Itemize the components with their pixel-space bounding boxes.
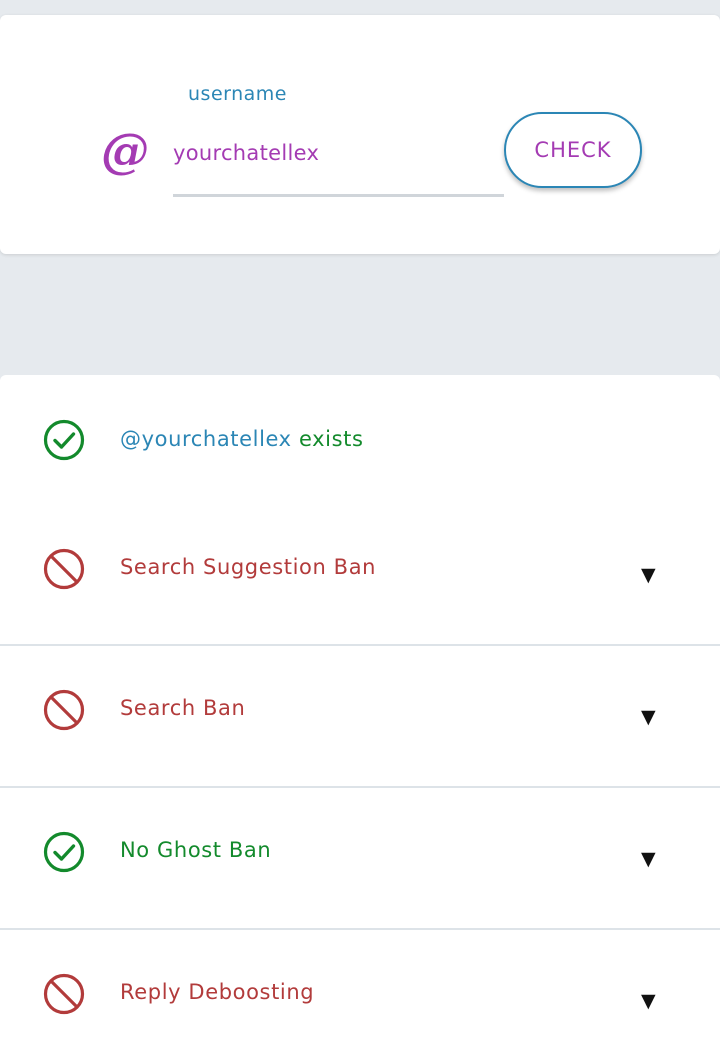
result-row-reply-deboosting[interactable]: Reply Deboosting ▼ — [0, 928, 720, 1052]
prohibited-icon — [43, 689, 85, 731]
chevron-down-icon[interactable]: ▼ — [641, 848, 656, 870]
exists-handle: @yourchatellex — [120, 427, 292, 451]
username-label: username — [188, 83, 287, 105]
exists-text: @yourchatellex exists — [120, 427, 364, 451]
check-circle-icon — [43, 419, 85, 461]
chevron-down-icon[interactable]: ▼ — [641, 706, 656, 728]
at-icon: @ — [101, 123, 149, 179]
result-label: Search Ban — [120, 696, 246, 720]
result-label: Search Suggestion Ban — [120, 555, 377, 579]
exists-row: @yourchatellex exists — [0, 375, 720, 517]
chevron-down-icon[interactable]: ▼ — [641, 564, 656, 586]
username-input[interactable] — [173, 133, 503, 173]
username-search-card: @ username CHECK — [0, 15, 720, 254]
chevron-down-icon[interactable]: ▼ — [641, 990, 656, 1012]
username-input-underline — [173, 194, 504, 197]
prohibited-icon — [43, 548, 85, 590]
result-label: Reply Deboosting — [120, 980, 315, 1004]
check-circle-icon — [43, 831, 85, 873]
prohibited-icon — [43, 973, 85, 1015]
result-label: No Ghost Ban — [120, 838, 272, 862]
result-row-search-ban[interactable]: Search Ban ▼ — [0, 644, 720, 786]
result-row-search-suggestion-ban[interactable]: Search Suggestion Ban ▼ — [0, 504, 720, 646]
exists-suffix: exists — [291, 427, 364, 451]
results-card: @yourchatellex exists Search Suggestion … — [0, 375, 720, 1052]
result-row-no-ghost-ban[interactable]: No Ghost Ban ▼ — [0, 786, 720, 928]
check-button[interactable]: CHECK — [504, 112, 642, 188]
